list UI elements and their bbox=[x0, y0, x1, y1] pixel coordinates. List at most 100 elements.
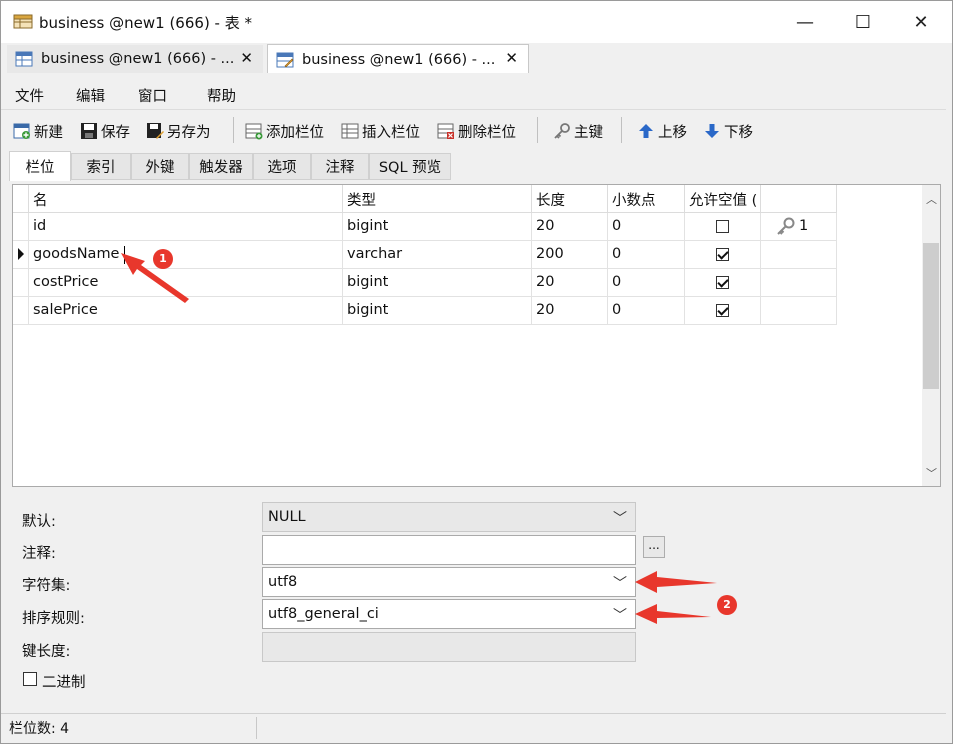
tab-foreign-keys[interactable]: 外键 bbox=[131, 153, 189, 180]
fields-grid: 名 类型 长度 小数点 允许空值 ( id bigint 20 0 1 good… bbox=[12, 184, 941, 487]
menu-edit[interactable]: 编辑 bbox=[76, 85, 105, 106]
nullable-checkbox[interactable] bbox=[716, 248, 729, 261]
tab-triggers[interactable]: 触发器 bbox=[189, 153, 253, 180]
column-header-nullable[interactable]: 允许空值 ( bbox=[685, 185, 761, 213]
save-as-button[interactable]: 另存为 bbox=[146, 121, 211, 141]
save-button[interactable]: 保存 bbox=[80, 121, 130, 141]
new-button[interactable]: 新建 bbox=[13, 121, 63, 141]
field-nullable-cell[interactable] bbox=[685, 297, 761, 325]
column-header-length[interactable]: 长度 bbox=[532, 185, 608, 213]
app-window: business @new1 (666) - 表 * — ☐ ✕ busines… bbox=[0, 0, 953, 744]
row-indicator[interactable] bbox=[13, 213, 29, 241]
field-name-cell[interactable]: id bbox=[29, 213, 343, 241]
toolbar-separator bbox=[233, 117, 234, 143]
nullable-checkbox[interactable] bbox=[716, 220, 729, 233]
tab-sql-preview[interactable]: SQL 预览 bbox=[369, 153, 451, 180]
row-indicator[interactable] bbox=[13, 297, 29, 325]
menu-window[interactable]: 窗口 bbox=[138, 85, 167, 106]
insert-field-button[interactable]: 插入栏位 bbox=[341, 121, 420, 141]
doc-tab-label: business @new1 (666) - ... bbox=[41, 51, 235, 67]
toolbar-separator bbox=[537, 117, 538, 143]
annotation-badge-1: 1 bbox=[153, 249, 173, 269]
delete-field-button[interactable]: 删除栏位 bbox=[437, 121, 516, 141]
minimize-button[interactable]: — bbox=[785, 7, 825, 37]
close-tab-icon[interactable]: ✕ bbox=[240, 49, 253, 67]
collation-label: 排序规则: bbox=[22, 611, 85, 627]
comment-input[interactable] bbox=[262, 535, 636, 565]
field-nullable-cell[interactable] bbox=[685, 213, 761, 241]
tab-fields[interactable]: 栏位 bbox=[9, 151, 71, 181]
default-value: NULL bbox=[268, 509, 306, 525]
key-length-input bbox=[262, 632, 636, 662]
add-field-button[interactable]: 添加栏位 bbox=[245, 121, 324, 141]
charset-label: 字符集: bbox=[22, 578, 71, 594]
window-title: business @new1 (666) - 表 * bbox=[39, 14, 253, 32]
close-tab-icon[interactable]: ✕ bbox=[505, 49, 518, 67]
menu-file[interactable]: 文件 bbox=[15, 85, 44, 106]
tab-indexes[interactable]: 索引 bbox=[71, 153, 131, 180]
primary-key-icon bbox=[777, 217, 795, 235]
field-type-cell[interactable]: bigint bbox=[343, 269, 532, 297]
add-field-label: 添加栏位 bbox=[266, 124, 324, 141]
database-table-icon bbox=[13, 14, 33, 29]
field-key-cell[interactable] bbox=[761, 297, 837, 325]
field-type-cell[interactable]: bigint bbox=[343, 297, 532, 325]
comment-label: 注释: bbox=[22, 546, 56, 562]
row-indicator[interactable] bbox=[13, 241, 29, 269]
field-length-cell[interactable]: 200 bbox=[532, 241, 608, 269]
field-decimal-cell[interactable]: 0 bbox=[608, 213, 685, 241]
toolbar: 新建 保存 另存为 添加栏位 插入栏位 删除栏位 主键 上移 下移 bbox=[1, 111, 946, 147]
field-decimal-cell[interactable]: 0 bbox=[608, 297, 685, 325]
charset-select[interactable]: utf8 ﹀ bbox=[262, 567, 636, 597]
field-length-cell[interactable]: 20 bbox=[532, 213, 608, 241]
chevron-down-icon: ﹀ bbox=[613, 608, 627, 624]
field-type-cell[interactable]: bigint bbox=[343, 213, 532, 241]
doc-tab-1[interactable]: business @new1 (666) - ... ✕ bbox=[7, 45, 263, 73]
key-order: 1 bbox=[799, 218, 809, 234]
grid-scrollbar[interactable]: ︿ ﹀ bbox=[922, 185, 940, 486]
field-length-cell[interactable]: 20 bbox=[532, 297, 608, 325]
new-label: 新建 bbox=[34, 124, 63, 141]
field-key-cell[interactable] bbox=[761, 269, 837, 297]
close-window-button[interactable]: ✕ bbox=[901, 7, 941, 37]
row-indicator[interactable] bbox=[13, 269, 29, 297]
primary-key-button[interactable]: 主键 bbox=[553, 121, 603, 141]
move-down-button[interactable]: 下移 bbox=[703, 121, 753, 141]
current-row-arrow-icon bbox=[18, 248, 24, 260]
field-nullable-cell[interactable] bbox=[685, 269, 761, 297]
field-nullable-cell[interactable] bbox=[685, 241, 761, 269]
maximize-button[interactable]: ☐ bbox=[843, 7, 883, 37]
field-key-cell[interactable]: 1 bbox=[761, 213, 837, 241]
collation-select[interactable]: utf8_general_ci ﹀ bbox=[262, 599, 636, 629]
comment-browse-button[interactable]: ... bbox=[643, 536, 665, 558]
field-count: 栏位数: 4 bbox=[9, 721, 70, 737]
document-tabs: business @new1 (666) - ... ✕ business @n… bbox=[1, 43, 952, 74]
binary-checkbox[interactable] bbox=[23, 672, 37, 686]
new-table-icon bbox=[13, 123, 30, 139]
nullable-checkbox[interactable] bbox=[716, 304, 729, 317]
status-divider bbox=[256, 717, 257, 739]
move-up-button[interactable]: 上移 bbox=[637, 121, 687, 141]
field-type-cell[interactable]: varchar bbox=[343, 241, 532, 269]
field-length-cell[interactable]: 20 bbox=[532, 269, 608, 297]
field-key-cell[interactable] bbox=[761, 241, 837, 269]
nullable-checkbox[interactable] bbox=[716, 276, 729, 289]
tab-options[interactable]: 选项 bbox=[253, 153, 311, 180]
tab-comment[interactable]: 注释 bbox=[311, 153, 369, 180]
column-header-name[interactable]: 名 bbox=[29, 185, 343, 213]
title-bar: business @new1 (666) - 表 * — ☐ ✕ bbox=[1, 1, 952, 43]
field-decimal-cell[interactable]: 0 bbox=[608, 241, 685, 269]
field-decimal-cell[interactable]: 0 bbox=[608, 269, 685, 297]
column-header-key[interactable] bbox=[761, 185, 837, 213]
scroll-down-icon[interactable]: ﹀ bbox=[926, 465, 937, 481]
add-field-icon bbox=[245, 123, 263, 140]
scrollbar-thumb[interactable] bbox=[923, 243, 939, 389]
menu-bar: 文件 编辑 窗口 帮助 bbox=[1, 77, 946, 110]
scroll-up-icon[interactable]: ︿ bbox=[926, 191, 937, 207]
column-header-decimal[interactable]: 小数点 bbox=[608, 185, 685, 213]
default-select[interactable]: NULL ﹀ bbox=[262, 502, 636, 532]
doc-tab-2[interactable]: business @new1 (666) - ... ✕ bbox=[267, 44, 529, 74]
column-header-type[interactable]: 类型 bbox=[343, 185, 532, 213]
menu-help[interactable]: 帮助 bbox=[207, 85, 236, 106]
move-down-label: 下移 bbox=[724, 124, 753, 141]
